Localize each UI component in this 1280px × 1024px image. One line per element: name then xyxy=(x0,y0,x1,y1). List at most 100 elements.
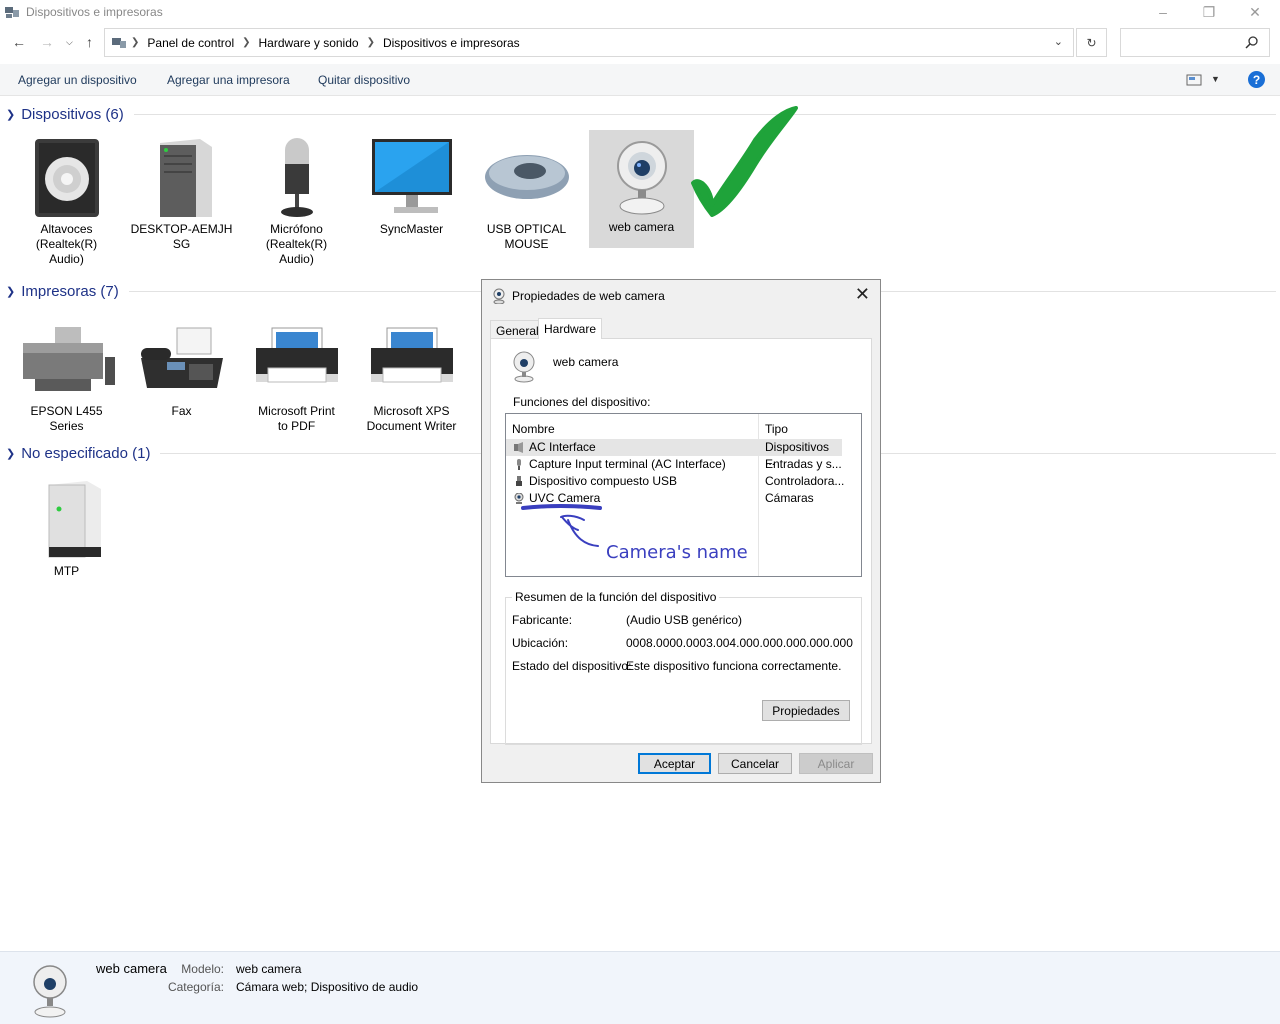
details-device-name: web camera xyxy=(96,961,167,976)
manufacturer-value: (Audio USB genérico) xyxy=(626,613,743,627)
function-type: Controladora... xyxy=(765,474,845,488)
dialog-title: Propiedades de web camera xyxy=(512,289,665,303)
breadcrumb-devices-printers[interactable]: Dispositivos e impresoras xyxy=(383,36,520,50)
webcam-icon xyxy=(514,493,524,504)
printer-tile-fax[interactable]: Fax xyxy=(129,314,234,419)
function-type: Cámaras xyxy=(765,491,814,505)
device-tile-mtp[interactable]: MTP xyxy=(14,474,119,579)
remove-device-button[interactable]: Quitar dispositivo xyxy=(318,73,410,87)
device-tile-monitor[interactable]: SyncMaster xyxy=(359,132,464,237)
function-summary-group: Resumen de la función del dispositivo Fa… xyxy=(505,590,862,745)
address-row: ← → ⌵ ↑ ❯ Panel de control ❯ Hardware y … xyxy=(0,28,1280,58)
function-type: Entradas y s... xyxy=(765,457,842,471)
title-bar: Dispositivos e impresoras – ❐ ✕ xyxy=(0,0,1280,24)
device-label: SyncMaster xyxy=(379,222,444,236)
hardware-tab-panel: web camera Funciones del dispositivo: No… xyxy=(490,338,872,745)
printer-tile-print-to-pdf[interactable]: Microsoft Print to PDF xyxy=(244,314,349,434)
control-panel-icon xyxy=(112,37,126,48)
refresh-button[interactable]: ↻ xyxy=(1076,28,1107,57)
fax-icon xyxy=(140,327,223,388)
list-item[interactable]: Dispositivo compuesto USB Controladora..… xyxy=(506,473,845,490)
details-pane: web camera Modelo: web camera Categoría:… xyxy=(0,951,1280,1024)
status-value: Este dispositivo funciona correctamente. xyxy=(626,659,842,673)
properties-button[interactable]: Propiedades xyxy=(762,700,850,721)
status-label: Estado del dispositivo: xyxy=(512,659,632,673)
search-input[interactable] xyxy=(1120,28,1270,57)
details-model-label: Modelo: xyxy=(181,962,224,976)
recent-locations-chevron-icon[interactable]: ⌵ xyxy=(66,37,73,48)
inkjet-printer-icon xyxy=(22,327,115,391)
device-name: web camera xyxy=(553,355,619,369)
breadcrumb-hardware-sound[interactable]: Hardware y sonido xyxy=(259,36,359,50)
tab-hardware[interactable]: Hardware xyxy=(538,318,603,339)
device-tile-speakers[interactable]: Altavoces (Realtek(R) Audio) xyxy=(14,132,119,267)
breadcrumb-separator-icon: ❯ xyxy=(242,37,251,48)
printer-label: Fax xyxy=(171,404,192,418)
column-header-type[interactable]: Tipo xyxy=(765,422,788,436)
group-title: Impresoras (7) xyxy=(21,283,119,300)
device-tile-computer[interactable]: DESKTOP-AEMJH SG xyxy=(129,132,234,252)
device-label: Altavoces (Realtek(R) Audio) xyxy=(35,222,98,266)
webcam-icon xyxy=(616,141,667,215)
column-header-name[interactable]: Nombre xyxy=(512,422,555,436)
function-name: Capture Input terminal (AC Interface) xyxy=(529,457,726,471)
tab-general[interactable]: General xyxy=(490,320,545,339)
green-checkmark-annotation xyxy=(691,106,798,217)
view-dropdown-chevron-icon[interactable]: ▼ xyxy=(1211,74,1220,84)
cancel-button[interactable]: Cancelar xyxy=(718,753,792,774)
ok-button[interactable]: Aceptar xyxy=(638,753,711,774)
up-arrow-icon[interactable]: ↑ xyxy=(86,34,93,50)
address-bar[interactable]: ❯ Panel de control ❯ Hardware y sonido ❯… xyxy=(104,28,1074,57)
function-name: Dispositivo compuesto USB xyxy=(529,474,678,488)
view-options-icon[interactable] xyxy=(1186,74,1202,86)
device-tile-mouse[interactable]: USB OPTICAL MOUSE xyxy=(474,132,579,252)
printer-tile-epson[interactable]: EPSON L455 Series xyxy=(14,314,119,434)
list-item[interactable]: UVC Camera Cámaras xyxy=(506,490,842,507)
device-tile-web-camera[interactable]: web camera xyxy=(589,130,694,248)
speaker-icon xyxy=(34,139,99,217)
audio-device-icon xyxy=(514,442,523,453)
usb-icon xyxy=(516,476,522,486)
breadcrumb-separator-icon: ❯ xyxy=(131,37,140,48)
group-title: No especificado (1) xyxy=(21,445,151,462)
location-label: Ubicación: xyxy=(512,636,569,650)
address-dropdown-chevron-icon[interactable]: ⌄ xyxy=(1054,35,1063,48)
group-header-devices[interactable]: ❯ Dispositivos (6) xyxy=(6,106,1276,123)
group-divider xyxy=(133,114,1276,115)
forward-arrow-icon[interactable]: → xyxy=(40,34,54,50)
dialog-close-icon[interactable]: ✕ xyxy=(855,284,870,305)
close-window-button[interactable]: ✕ xyxy=(1232,0,1278,24)
list-item[interactable]: Capture Input terminal (AC Interface) En… xyxy=(506,456,842,473)
search-icon xyxy=(1245,36,1258,49)
printer-tile-xps-writer[interactable]: Microsoft XPS Document Writer xyxy=(359,314,464,434)
collapse-chevron-icon[interactable]: ❯ xyxy=(6,108,15,121)
device-label: DESKTOP-AEMJH SG xyxy=(130,222,233,251)
list-item[interactable]: AC Interface Dispositivos ... xyxy=(506,439,842,468)
webcam-icon xyxy=(33,965,67,1018)
back-arrow-icon[interactable]: ← xyxy=(12,34,26,50)
breadcrumb-control-panel[interactable]: Panel de control xyxy=(147,36,234,50)
function-name: AC Interface xyxy=(529,440,596,454)
collapse-chevron-icon[interactable]: ❯ xyxy=(6,447,15,460)
webcam-icon xyxy=(493,288,505,304)
add-device-button[interactable]: Agregar un dispositivo xyxy=(18,73,137,87)
restore-button[interactable]: ❐ xyxy=(1186,0,1232,24)
camera-name-annotation: Camera's name xyxy=(606,542,748,563)
minimize-button[interactable]: – xyxy=(1140,0,1186,24)
printer-icon xyxy=(370,327,453,383)
device-tile-microphone[interactable]: Micrófono (Realtek(R) Audio) xyxy=(244,132,349,267)
device-label: Micrófono (Realtek(R) Audio) xyxy=(265,222,328,266)
mouse-icon xyxy=(484,155,569,199)
device-label: MTP xyxy=(53,564,80,578)
properties-dialog: Propiedades de web camera ✕ General Hard… xyxy=(481,279,881,783)
breadcrumb-separator-icon: ❯ xyxy=(366,37,375,48)
help-icon[interactable]: ? xyxy=(1248,71,1265,88)
command-bar: Agregar un dispositivo Agregar una impre… xyxy=(0,64,1280,96)
device-label: USB OPTICAL MOUSE xyxy=(486,222,567,251)
function-name: UVC Camera xyxy=(529,491,601,505)
device-label: web camera xyxy=(608,220,675,234)
add-printer-button[interactable]: Agregar una impresora xyxy=(167,73,290,87)
summary-legend: Resumen de la función del dispositivo xyxy=(512,590,720,604)
collapse-chevron-icon[interactable]: ❯ xyxy=(6,285,15,298)
apply-button[interactable]: Aplicar xyxy=(799,753,873,774)
